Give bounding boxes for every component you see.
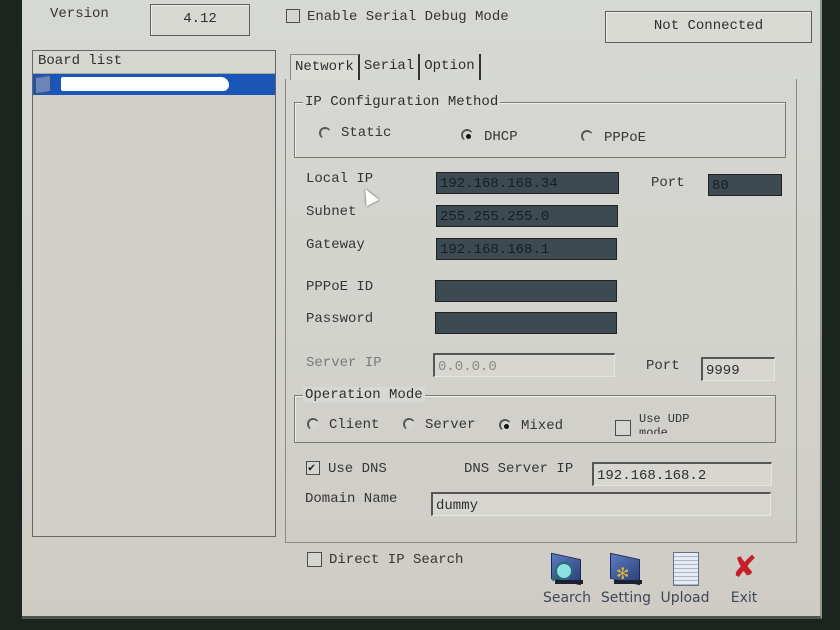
password-input[interactable] (435, 312, 617, 334)
direct-ip-label: Direct IP Search (329, 552, 464, 568)
search-icon (549, 552, 585, 586)
setting-label: Setting (600, 590, 652, 606)
radio-static[interactable] (319, 127, 331, 139)
board-list-header: Board list (33, 51, 275, 74)
exit-label: Exit (730, 590, 758, 606)
udp-mode-checkbox[interactable] (615, 420, 631, 436)
search-button[interactable]: Search (542, 552, 592, 606)
radio-server[interactable] (403, 418, 415, 430)
radio-server-label: Server (425, 417, 476, 433)
board-icon (35, 74, 51, 95)
local-port-input[interactable]: 80 (708, 174, 782, 196)
radio-dhcp[interactable] (461, 129, 473, 141)
exit-button[interactable]: ✘ Exit (724, 550, 764, 607)
subnet-label: Subnet (306, 204, 357, 220)
dns-server-label: DNS Server IP (464, 461, 574, 477)
tab-serial[interactable]: Serial (360, 54, 421, 80)
radio-pppoe[interactable] (581, 130, 593, 142)
gateway-input[interactable]: 192.168.168.1 (436, 238, 617, 260)
gateway-label: Gateway (306, 237, 365, 253)
board-list-item[interactable] (33, 74, 275, 95)
upload-label: Upload (660, 590, 710, 606)
subnet-input[interactable]: 255.255.255.0 (436, 205, 618, 227)
app-window: Version 4.12 Enable Serial Debug Mode No… (22, 0, 822, 619)
local-ip-label: Local IP (306, 171, 374, 187)
serial-debug-checkbox[interactable] (286, 9, 300, 23)
dns-server-input[interactable]: 192.168.168.2 (592, 462, 772, 486)
ip-config-title: IP Configuration Method (303, 94, 501, 110)
setting-button[interactable]: ✻ Setting (598, 552, 654, 606)
tab-option[interactable]: Option (420, 54, 481, 80)
serial-debug-label: Enable Serial Debug Mode (307, 9, 509, 25)
direct-ip-checkbox[interactable] (307, 552, 322, 567)
pppoe-id-label: PPPoE ID (306, 279, 374, 295)
server-ip-input[interactable]: 0.0.0.0 (433, 353, 615, 377)
board-list[interactable]: Board list (32, 50, 276, 537)
operation-mode-group: Operation Mode Client Server Mixed Use U… (294, 387, 776, 443)
radio-mixed[interactable] (499, 419, 511, 431)
exit-icon: ✘ (732, 550, 758, 585)
local-ip-input[interactable]: 192.168.168.34 (436, 172, 619, 194)
radio-static-label: Static (341, 125, 392, 141)
radio-client-label: Client (329, 417, 380, 433)
redacted-board-name (61, 77, 229, 91)
version-label: Version (50, 6, 109, 22)
radio-dhcp-label: DHCP (484, 129, 518, 145)
domain-name-label: Domain Name (305, 491, 398, 507)
domain-name-input[interactable]: dummy (431, 492, 771, 516)
tab-bar: Network Serial Option (290, 54, 481, 80)
ip-config-group: IP Configuration Method Static DHCP PPPo… (294, 94, 786, 158)
udp-mode-label: Use UDP mode (639, 412, 690, 434)
local-port-label: Port (651, 175, 685, 191)
server-port-input[interactable]: 9999 (701, 357, 775, 381)
setting-icon: ✻ (608, 552, 644, 586)
radio-mixed-label: Mixed (521, 418, 564, 434)
upload-button[interactable]: Upload (658, 552, 712, 606)
use-dns-checkbox[interactable] (306, 461, 320, 475)
password-label: Password (306, 311, 374, 327)
radio-pppoe-label: PPPoE (604, 130, 647, 146)
pppoe-id-input[interactable] (435, 280, 617, 302)
server-ip-label: Server IP (306, 355, 382, 371)
search-label: Search (542, 590, 592, 606)
tab-network[interactable]: Network (290, 54, 360, 80)
radio-client[interactable] (307, 418, 319, 430)
use-dns-label: Use DNS (328, 461, 387, 477)
server-port-label: Port (646, 358, 680, 374)
connection-status: Not Connected (605, 11, 812, 43)
operation-mode-title: Operation Mode (303, 387, 425, 403)
upload-icon (667, 552, 703, 586)
version-value: 4.12 (150, 4, 250, 36)
